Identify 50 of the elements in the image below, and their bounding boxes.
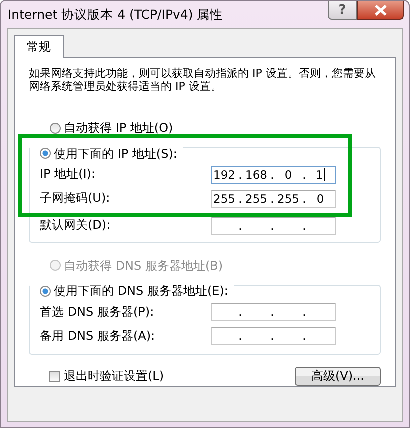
tab[interactable]: 常规 — [14, 35, 64, 58]
octet-separator: . — [302, 192, 308, 206]
octet-separator: . — [302, 218, 308, 232]
field-label: 默认网关(D): — [40, 217, 111, 234]
field-label: 首选 DNS 服务器(P): — [40, 304, 154, 320]
octet-separator: . — [270, 192, 276, 206]
checkbox-label: 退出时验证设置(L) — [64, 368, 164, 385]
octet-value: 0 — [316, 192, 324, 206]
close-icon — [374, 4, 388, 16]
window-title: Internet 协议版本 4 (TCP/IPv4) 属性 — [8, 7, 224, 24]
radio-button[interactable] — [40, 148, 51, 159]
radio-button[interactable] — [50, 122, 61, 134]
ip-address-field[interactable]: . . . — [211, 216, 336, 234]
text-caret — [324, 168, 326, 181]
field-label: 子网掩码(U): — [40, 190, 110, 207]
octet-separator: . — [270, 305, 276, 319]
octet-value: 255 — [214, 192, 236, 206]
octet-separator: . — [302, 305, 308, 319]
octet-separator: . — [270, 218, 276, 232]
octet-separator: . — [270, 168, 276, 182]
octet-separator: . — [238, 168, 244, 182]
octet-separator: . — [238, 305, 244, 319]
octet-separator: . — [238, 192, 244, 206]
octet-separator: . — [270, 329, 276, 343]
help-button[interactable]: ? — [328, 1, 357, 20]
octet-separator: . — [238, 218, 244, 232]
field-label: 备用 DNS 服务器(A): — [40, 328, 156, 344]
ip-address-field[interactable]: . . . — [211, 327, 336, 345]
radio-label: 使用下面的 DNS 服务器地址(E): — [54, 284, 228, 298]
octet-value: 192 — [214, 168, 236, 182]
ip-address-field[interactable]: 192 . 168 . 0 . 1 — [211, 166, 336, 184]
octet-separator: . — [238, 329, 244, 343]
radio-button[interactable] — [40, 286, 51, 296]
octet-value: 255 — [278, 192, 300, 206]
octet-value: 168 — [246, 168, 268, 182]
octet-value: 0 — [284, 168, 292, 182]
octet-value: 255 — [246, 192, 268, 206]
radio-label: 自动获得 IP 地址(O) — [64, 121, 174, 135]
field-label: IP 地址(I): — [40, 166, 96, 183]
ip-address-field[interactable]: . . . — [211, 303, 336, 321]
radio-label: 使用下面的 IP 地址(S): — [54, 146, 178, 160]
close-button[interactable] — [357, 1, 404, 20]
advanced-button[interactable]: 高级(V)... — [295, 367, 381, 386]
octet-separator: . — [302, 329, 308, 343]
description-text: 如果网络支持此功能，则可以获取自动指派的 IP 设置。否则，您需要从网络系统管理员处获得适当的 IP 设置。 — [29, 67, 377, 93]
checkbox[interactable] — [49, 371, 60, 382]
radio-label: 自动获得 DNS 服务器地址(B) — [64, 258, 224, 272]
octet-separator: . — [302, 168, 308, 182]
octet-value: 1 — [316, 168, 324, 182]
ip-address-field[interactable]: 255 . 255 . 255 . 0 — [211, 190, 336, 208]
